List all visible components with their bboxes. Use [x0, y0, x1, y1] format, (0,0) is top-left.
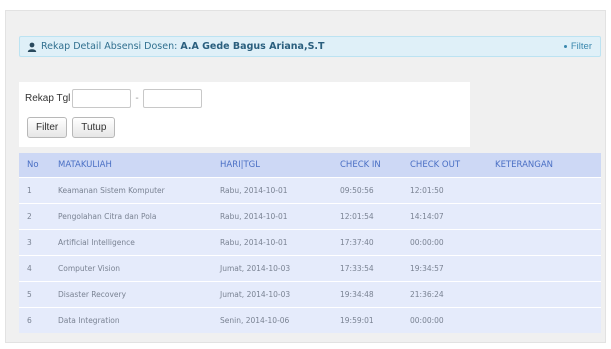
cell-keterangan	[487, 280, 601, 307]
cell-hari-tgl: Rabu, 2014-10-01	[212, 202, 332, 229]
cell-matakuliah: Data Integration	[50, 306, 212, 333]
cell-check-in: 17:37:40	[332, 228, 402, 255]
table-row: 2 Pengolahan Citra dan Pola Rabu, 2014-1…	[19, 202, 601, 229]
cell-hari-tgl: Senin, 2014-10-06	[212, 306, 332, 333]
cell-no: 4	[19, 254, 50, 281]
close-button[interactable]: Tutup	[72, 117, 116, 138]
cell-keterangan	[487, 202, 601, 229]
table-row: 3 Artificial Intelligence Rabu, 2014-10-…	[19, 228, 601, 255]
filter-button[interactable]: Filter	[27, 117, 68, 138]
cell-no: 3	[19, 228, 50, 255]
bullet-icon	[563, 45, 567, 48]
cell-keterangan	[487, 306, 601, 333]
cell-matakuliah: Pengolahan Citra dan Pola	[50, 202, 212, 229]
date-from-input[interactable]	[72, 89, 132, 108]
cell-hari-tgl: Jumat, 2014-10-03	[212, 254, 332, 281]
column-header-matakuliah[interactable]: MATAKULIAH	[50, 153, 212, 177]
cell-hari-tgl: Rabu, 2014-10-01	[212, 228, 332, 255]
filter-link-label: Filter	[570, 41, 592, 52]
date-to-input[interactable]	[142, 89, 202, 108]
cell-hari-tgl: Rabu, 2014-10-01	[212, 176, 332, 203]
cell-no: 5	[19, 280, 50, 307]
cell-keterangan	[487, 228, 601, 255]
cell-check-out: 00:00:00	[402, 228, 487, 255]
cell-check-out: 14:14:07	[402, 202, 487, 229]
cell-check-out: 21:36:24	[402, 280, 487, 307]
cell-check-out: 19:34:57	[402, 254, 487, 281]
cell-no: 2	[19, 202, 50, 229]
table-header-row: No MATAKULIAH HARI|TGL CHECK IN CHECK OU…	[19, 153, 601, 177]
table-row: 4 Computer Vision Jumat, 2014-10-03 17:3…	[19, 254, 601, 281]
cell-no: 1	[19, 176, 50, 203]
column-header-check-in[interactable]: CHECK IN	[332, 153, 402, 177]
column-header-hari-tgl[interactable]: HARI|TGL	[212, 153, 332, 177]
rekap-header-label: Rekap Detail Absensi Dosen:	[41, 41, 178, 52]
cell-check-in: 19:34:48	[332, 280, 402, 307]
rekap-header-bar: Rekap Detail Absensi Dosen: A.A Gede Bag…	[19, 36, 601, 57]
cell-check-in: 12:01:54	[332, 202, 402, 229]
cell-check-in: 09:50:56	[332, 176, 402, 203]
rekap-tgl-label: Rekap Tgl	[25, 93, 71, 104]
table-row: 6 Data Integration Senin, 2014-10-06 19:…	[19, 306, 601, 333]
cell-matakuliah: Artificial Intelligence	[50, 228, 212, 255]
table-row: 5 Disaster Recovery Jumat, 2014-10-03 19…	[19, 280, 601, 307]
cell-check-out: 12:01:50	[402, 176, 487, 203]
table-row: 1 Keamanan Sistem Komputer Rabu, 2014-10…	[19, 176, 601, 203]
user-icon	[27, 42, 37, 52]
cell-no: 6	[19, 306, 50, 333]
cell-matakuliah: Computer Vision	[50, 254, 212, 281]
filter-form: Rekap Tgl - Filter Tutup	[19, 82, 470, 147]
cell-matakuliah: Disaster Recovery	[50, 280, 212, 307]
date-separator: -	[135, 93, 139, 104]
filter-link[interactable]: Filter	[563, 41, 592, 52]
cell-keterangan	[487, 254, 601, 281]
column-header-no[interactable]: No	[19, 153, 50, 177]
dosen-name: A.A Gede Bagus Ariana,S.T	[180, 41, 325, 52]
cell-keterangan	[487, 176, 601, 203]
cell-check-in: 17:33:54	[332, 254, 402, 281]
cell-hari-tgl: Jumat, 2014-10-03	[212, 280, 332, 307]
cell-check-out: 00:00:00	[402, 306, 487, 333]
cell-matakuliah: Keamanan Sistem Komputer	[50, 176, 212, 203]
column-header-keterangan[interactable]: KETERANGAN	[487, 153, 601, 177]
column-header-check-out[interactable]: CHECK OUT	[402, 153, 487, 177]
attendance-table: No MATAKULIAH HARI|TGL CHECK IN CHECK OU…	[19, 153, 601, 333]
cell-check-in: 19:59:01	[332, 306, 402, 333]
